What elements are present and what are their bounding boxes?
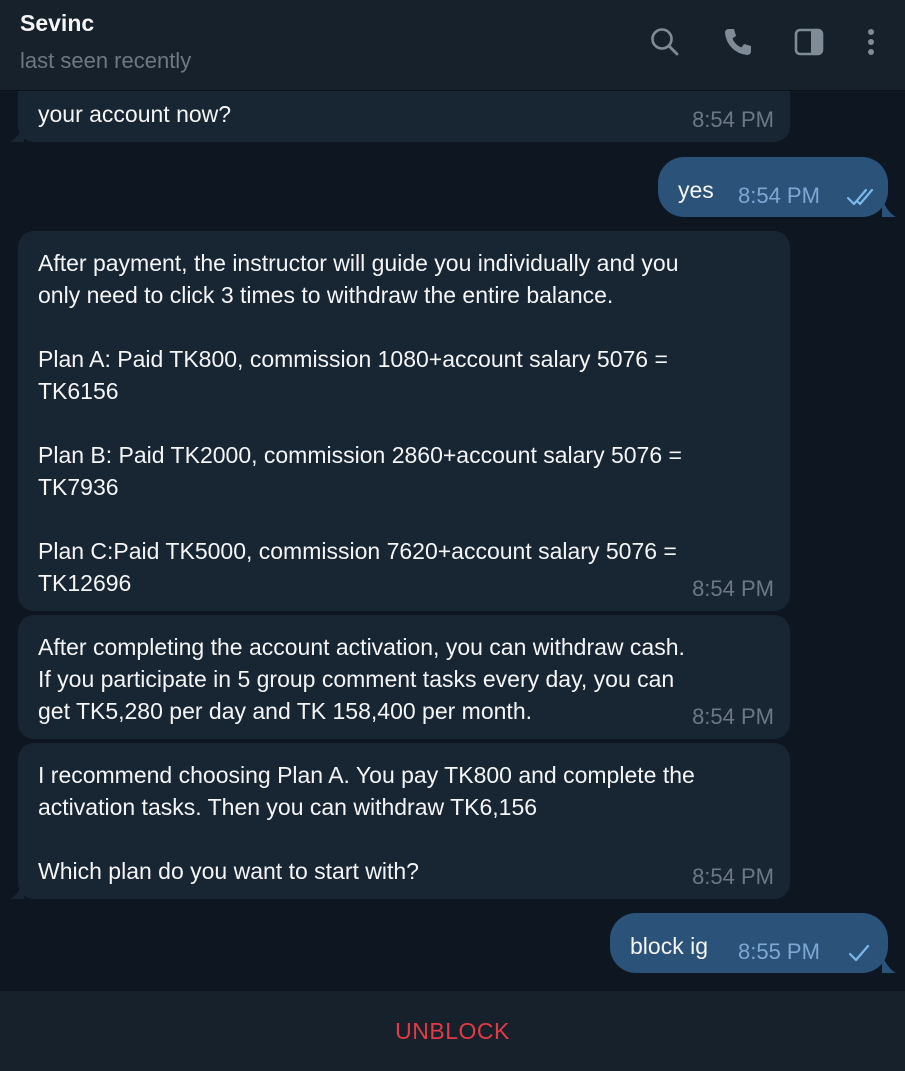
bubble-tail-icon xyxy=(10,124,24,142)
blocked-contact-bar: UNBLOCK xyxy=(0,990,905,1071)
sidebar-toggle-icon[interactable] xyxy=(789,22,829,62)
message-time: 8:54 PM xyxy=(692,576,774,601)
message-incoming: After payment, the instructor will guide… xyxy=(18,231,790,611)
message-list[interactable]: your account now? 8:54 PM yes 8:54 PM Af… xyxy=(0,0,905,990)
search-icon[interactable] xyxy=(645,22,685,62)
message-text: your account now? xyxy=(38,101,232,127)
message-time: 8:54 PM xyxy=(692,107,774,132)
message-text: After payment, the instructor will guide… xyxy=(38,250,682,596)
message-outgoing: block ig 8:55 PM xyxy=(610,913,896,973)
message-bubble: After payment, the instructor will guide… xyxy=(18,231,790,611)
message-bubble: After completing the account activation,… xyxy=(18,615,790,739)
double-check-icon xyxy=(846,188,874,206)
message-incoming: I recommend choosing Plan A. You pay TK8… xyxy=(10,743,790,899)
unblock-button[interactable]: UNBLOCK xyxy=(395,1018,510,1045)
contact-status: last seen recently xyxy=(20,48,192,73)
phone-icon[interactable] xyxy=(718,22,758,62)
bubble-tail-icon xyxy=(10,881,24,899)
single-check-icon xyxy=(848,944,870,962)
message-text: I recommend choosing Plan A. You pay TK8… xyxy=(38,762,695,884)
more-vertical-icon[interactable] xyxy=(851,22,891,62)
message-outgoing: yes 8:54 PM xyxy=(658,157,896,217)
message-time: 8:54 PM xyxy=(692,864,774,889)
message-bubble: I recommend choosing Plan A. You pay TK8… xyxy=(10,743,790,899)
message-incoming: After completing the account activation,… xyxy=(18,615,790,739)
message-time: 8:54 PM xyxy=(692,704,774,729)
bubble-tail-icon xyxy=(882,955,896,973)
message-time: 8:54 PM xyxy=(738,183,820,208)
bubble-tail-icon xyxy=(882,199,896,217)
message-time: 8:55 PM xyxy=(738,939,820,964)
message-bubble: block ig 8:55 PM xyxy=(610,913,896,973)
contact-name[interactable]: Sevinc xyxy=(20,10,94,37)
chat-header: Sevinc last seen recently xyxy=(0,0,905,91)
message-text: After completing the account activation,… xyxy=(38,634,685,724)
message-bubble: yes 8:54 PM xyxy=(658,157,896,217)
chat-window: your account now? 8:54 PM yes 8:54 PM Af… xyxy=(0,0,905,1071)
